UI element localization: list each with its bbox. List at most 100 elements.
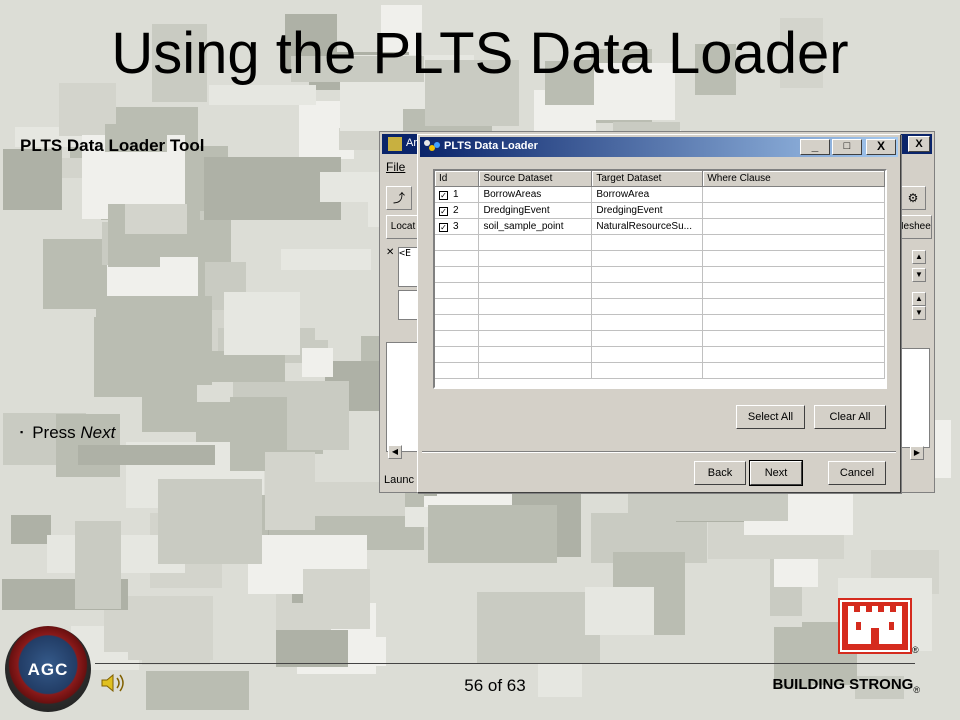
row-checkbox[interactable]: ✓ <box>439 223 448 232</box>
close-button[interactable]: X <box>866 139 896 155</box>
camo-patch <box>774 559 818 587</box>
column-header-source[interactable]: Source Dataset <box>478 171 593 187</box>
empty-cell <box>478 266 593 283</box>
table-row[interactable]: ✓ 1 BorrowAreas BorrowArea <box>435 186 885 203</box>
page-indicator: 56 of 63 <box>464 676 526 695</box>
empty-cell <box>591 298 704 315</box>
table-row[interactable]: ✓ 2 DredgingEvent DredgingEvent <box>435 202 885 219</box>
bullet-marker: ▪ <box>20 427 24 437</box>
empty-cell <box>435 298 480 315</box>
empty-cell <box>478 282 593 299</box>
tab-locate[interactable]: Locat <box>386 215 420 239</box>
select-all-button[interactable]: Select All <box>736 405 805 429</box>
row-id-cell: ✓ 2 <box>435 202 480 219</box>
camo-patch <box>125 204 187 234</box>
empty-row <box>435 362 885 379</box>
back-button[interactable]: Back <box>694 461 746 485</box>
row-id-cell: ✓ 3 <box>435 218 480 235</box>
close-small-icon[interactable]: ✕ <box>386 247 394 258</box>
row-id: 3 <box>453 221 459 232</box>
empty-cell <box>478 250 593 267</box>
camo-patch <box>209 85 316 105</box>
row-checkbox[interactable]: ✓ <box>439 191 448 200</box>
column-header-id[interactable]: Id <box>435 171 480 187</box>
bullet-item: ▪ Press Next <box>20 423 115 443</box>
empty-row <box>435 234 885 251</box>
scroll-down-icon[interactable]: ▼ <box>912 306 926 320</box>
column-header-target[interactable]: Target Dataset <box>591 171 704 187</box>
source-dataset-cell[interactable]: soil_sample_point <box>478 218 593 235</box>
empty-cell <box>478 234 593 251</box>
camo-patch <box>302 348 333 377</box>
empty-cell <box>702 266 885 283</box>
empty-cell <box>591 234 704 251</box>
camo-patch <box>224 292 300 355</box>
empty-cell <box>591 314 704 331</box>
camo-patch <box>347 637 386 666</box>
menu-file[interactable]: File <box>386 160 405 174</box>
empty-cell <box>478 362 593 379</box>
scroll-down-icon[interactable]: ▼ <box>912 268 926 282</box>
registered-mark: ® <box>912 645 919 655</box>
camo-patch <box>158 479 262 564</box>
brand-registered: ® <box>913 685 920 695</box>
empty-cell <box>435 282 480 299</box>
camo-patch <box>154 351 285 382</box>
where-clause-cell[interactable] <box>702 218 885 235</box>
empty-cell <box>591 266 704 283</box>
speaker-icon[interactable] <box>100 672 128 694</box>
scroll-up-icon[interactable]: ▲ <box>912 292 926 306</box>
plts-data-loader-dialog: PLTS Data Loader _ □ X Id Source Dataset… <box>417 134 901 493</box>
column-header-where[interactable]: Where Clause <box>702 171 885 187</box>
row-checkbox[interactable]: ✓ <box>439 207 448 216</box>
target-dataset-cell[interactable]: DredgingEvent <box>591 202 704 219</box>
background-close-button[interactable]: X <box>908 136 930 152</box>
empty-row <box>435 266 885 283</box>
dataset-grid: Id Source Dataset Target Dataset Where C… <box>433 169 887 389</box>
clear-all-button[interactable]: Clear All <box>814 405 886 429</box>
row-id-cell: ✓ 1 <box>435 186 480 203</box>
empty-cell <box>591 346 704 363</box>
row-id: 1 <box>453 189 459 200</box>
empty-cell <box>702 314 885 331</box>
tool-icon[interactable]: ⚙ <box>900 186 926 210</box>
slide-title: Using the PLTS Data Loader <box>111 21 849 86</box>
scroll-left-icon[interactable]: ◀ <box>388 445 402 459</box>
table-row[interactable]: ✓ 3 soil_sample_point NaturalResourceSu... <box>435 218 885 235</box>
empty-cell <box>478 314 593 331</box>
maximize-button[interactable]: □ <box>832 139 862 155</box>
cancel-button[interactable]: Cancel <box>828 461 886 485</box>
target-dataset-cell[interactable]: NaturalResourceSu... <box>591 218 704 235</box>
empty-cell <box>702 346 885 363</box>
open-folder-icon[interactable]: ⤴ <box>386 186 412 210</box>
empty-cell <box>702 298 885 315</box>
brand-text: BUILDING STRONG <box>772 676 914 693</box>
next-button[interactable]: Next <box>749 460 803 486</box>
empty-row <box>435 330 885 347</box>
data-loader-icon <box>424 140 440 154</box>
side-pane <box>900 348 930 448</box>
empty-cell <box>435 314 480 331</box>
target-dataset-cell[interactable]: BorrowArea <box>591 186 704 203</box>
source-dataset-cell[interactable]: DredgingEvent <box>478 202 593 219</box>
empty-cell <box>702 234 885 251</box>
camo-patch <box>11 515 51 544</box>
empty-cell <box>435 250 480 267</box>
minimize-button[interactable]: _ <box>800 139 830 155</box>
where-clause-cell[interactable] <box>702 202 885 219</box>
empty-row <box>435 250 885 267</box>
grid-header-row: Id Source Dataset Target Dataset Where C… <box>435 171 885 187</box>
where-clause-cell[interactable] <box>702 186 885 203</box>
source-dataset-cell[interactable]: BorrowAreas <box>478 186 593 203</box>
dialog-titlebar[interactable]: PLTS Data Loader _ □ X <box>420 137 898 157</box>
row-id: 2 <box>453 205 459 216</box>
footer-divider <box>95 663 915 664</box>
empty-row <box>435 282 885 299</box>
scroll-right-icon[interactable]: ▶ <box>910 446 924 460</box>
camo-patch <box>75 521 121 609</box>
status-bar-text: Launc <box>384 474 414 486</box>
camo-patch <box>281 249 371 270</box>
scroll-up-icon[interactable]: ▲ <box>912 250 926 264</box>
camo-patch <box>3 149 62 210</box>
empty-cell <box>478 346 593 363</box>
